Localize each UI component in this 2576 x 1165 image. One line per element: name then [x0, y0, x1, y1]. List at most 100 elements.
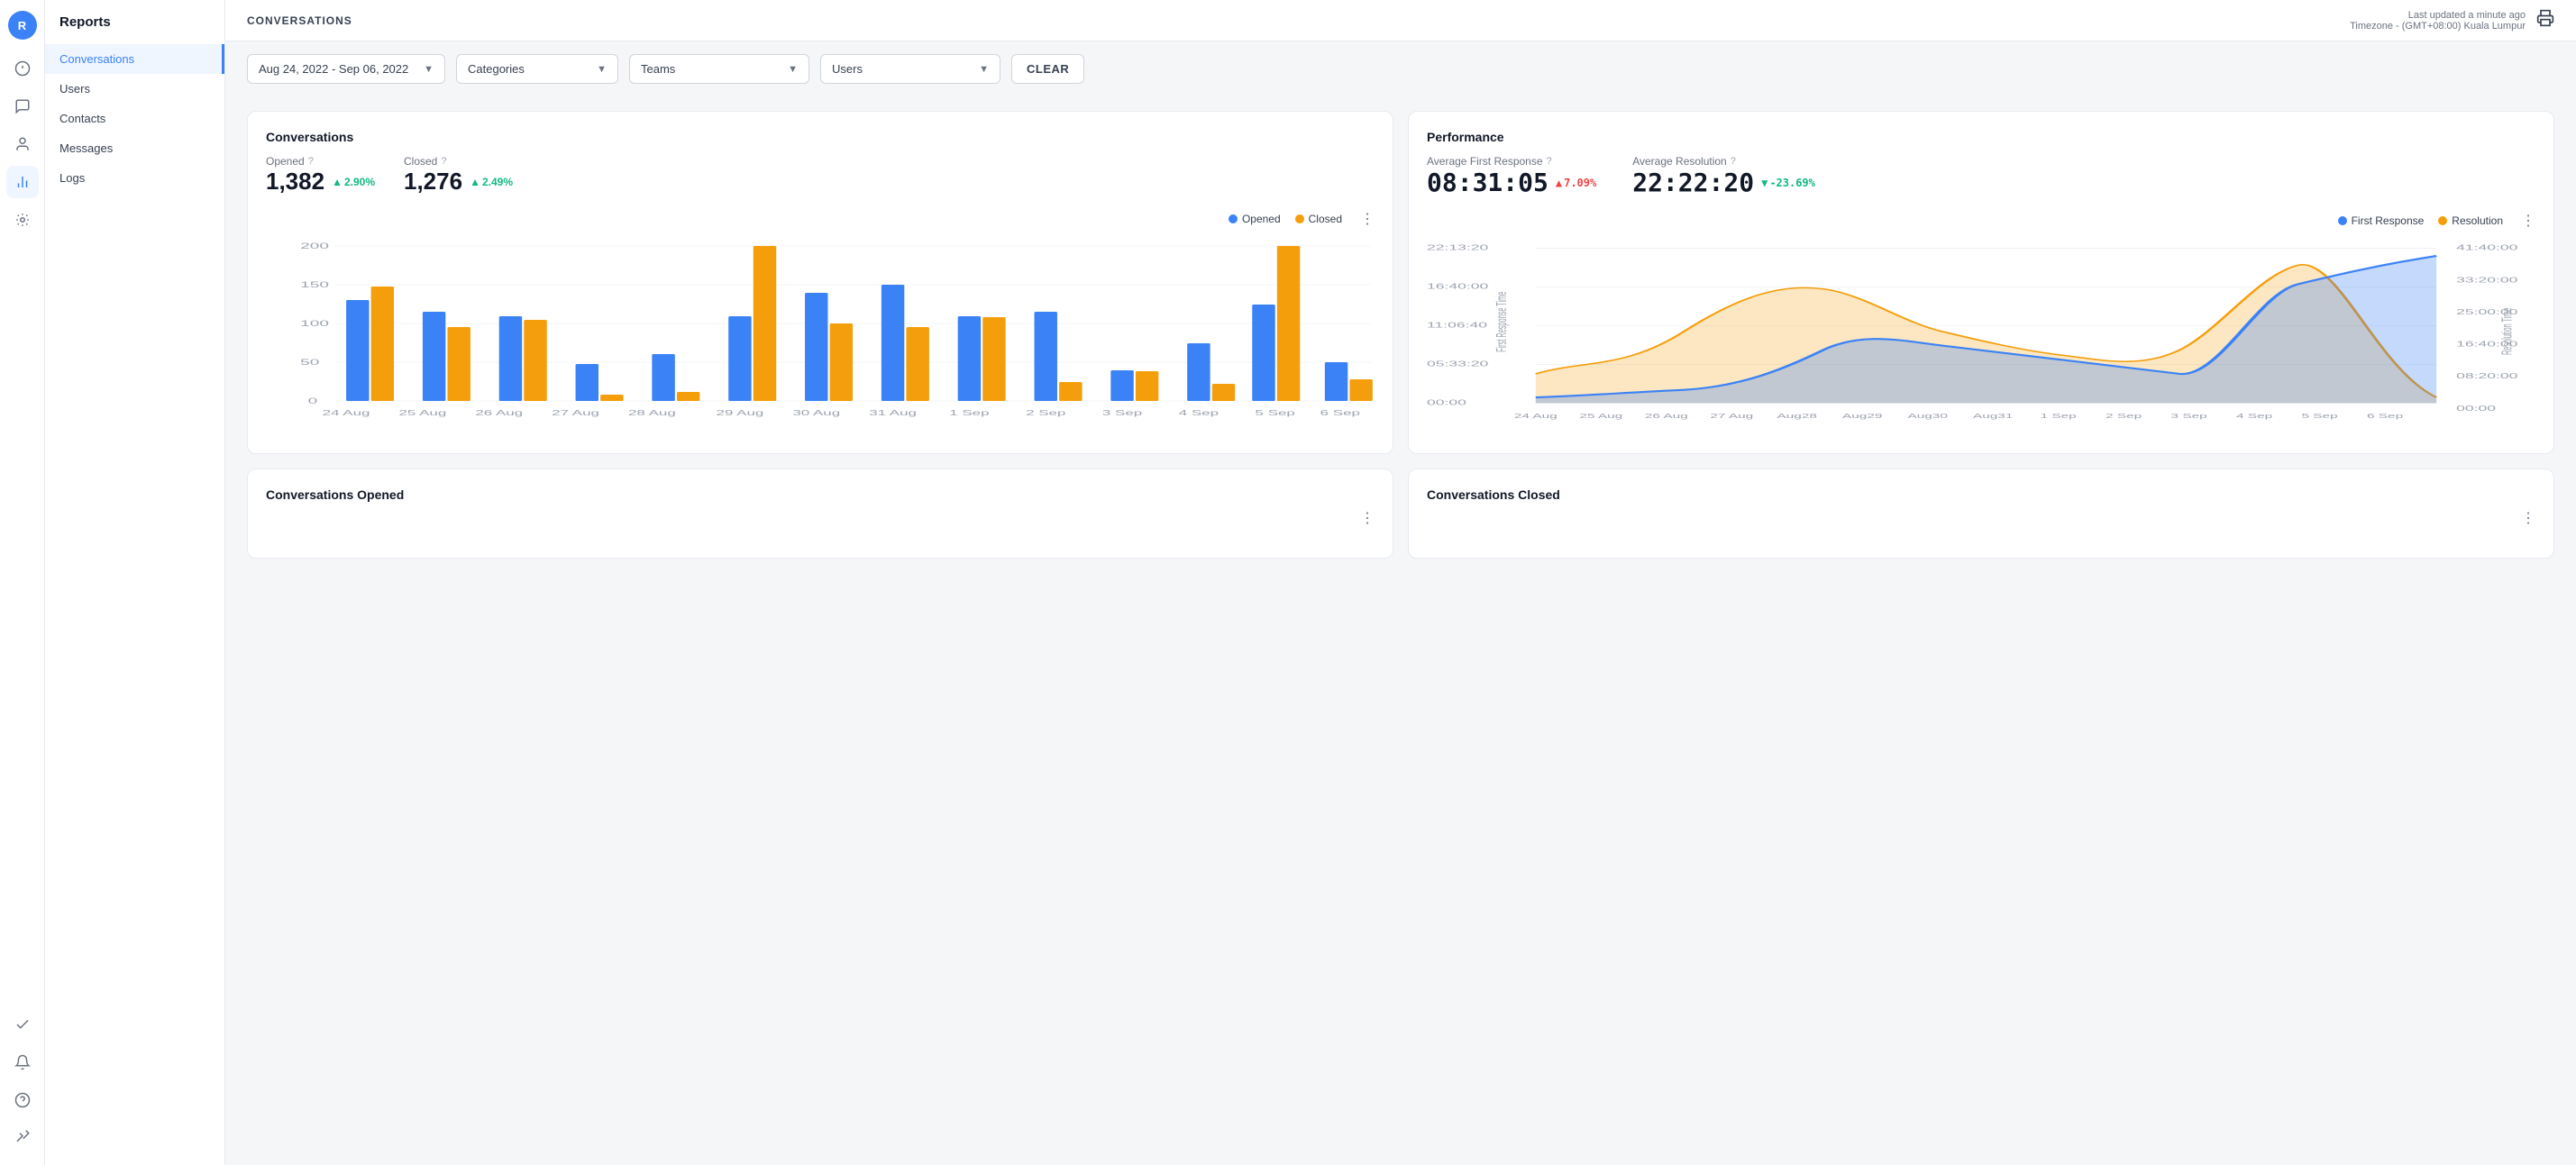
svg-text:24 Aug: 24 Aug	[1514, 412, 1557, 420]
user-avatar[interactable]: R	[8, 11, 37, 40]
conversations-closed-more-icon[interactable]: ⋮	[2521, 509, 2535, 527]
categories-filter[interactable]: Categories ▼	[456, 54, 618, 84]
performance-stats-row: Average First Response ? 08:31:05 ▲ 7.09…	[1427, 155, 2535, 197]
closed-help-icon[interactable]: ?	[441, 156, 446, 167]
nav-icon-settings[interactable]	[6, 204, 39, 236]
bottom-cards: Conversations Opened ⋮ Conversations Clo…	[225, 469, 2576, 573]
svg-text:29 Aug: 29 Aug	[717, 409, 764, 417]
svg-text:200: 200	[300, 241, 329, 250]
nav-title: Reports	[45, 14, 224, 44]
printer-icon[interactable]	[2536, 9, 2554, 32]
svg-text:16:40:00: 16:40:00	[1427, 282, 1489, 290]
svg-text:00:00: 00:00	[1427, 398, 1466, 406]
perf-stat-resolution: Average Resolution ? 22:22:20 ▼ -23.69%	[1632, 155, 1815, 197]
nav-item-conversations[interactable]: Conversations	[45, 44, 224, 74]
date-range-filter[interactable]: Aug 24, 2022 - Sep 06, 2022 ▼	[247, 54, 445, 84]
svg-text:11:06:40: 11:06:40	[1427, 321, 1487, 329]
opened-change: ▲ 2.90%	[332, 176, 375, 188]
svg-text:3 Sep: 3 Sep	[1102, 409, 1142, 417]
svg-text:33:20:00: 33:20:00	[2456, 276, 2518, 284]
nav-icon-reports[interactable]	[6, 166, 39, 198]
svg-text:08:20:00: 08:20:00	[2456, 372, 2518, 380]
nav-item-contacts[interactable]: Contacts	[45, 104, 224, 133]
conversations-stats-row: Opened ? 1,382 ▲ 2.90% Closed ?	[266, 155, 1375, 196]
performance-card-title: Performance	[1427, 130, 2535, 144]
conversations-card-title: Conversations	[266, 130, 1375, 144]
conversations-more-icon[interactable]: ⋮	[1360, 210, 1375, 228]
svg-text:00:00: 00:00	[2456, 404, 2496, 412]
performance-legend: First Response Resolution ⋮	[1427, 212, 2535, 230]
nav-icon-bell[interactable]	[6, 1046, 39, 1079]
conversations-opened-more-icon[interactable]: ⋮	[1360, 509, 1375, 527]
svg-text:1 Sep: 1 Sep	[949, 409, 989, 417]
svg-text:0: 0	[308, 396, 318, 405]
opened-legend-dot	[1229, 214, 1238, 223]
closed-change: ▲ 2.49%	[470, 176, 513, 188]
chevron-down-icon: ▼	[788, 64, 798, 75]
first-response-help-icon[interactable]: ?	[1547, 156, 1552, 167]
conversations-closed-title: Conversations Closed	[1427, 487, 2535, 502]
icon-strip: R	[0, 0, 45, 1165]
svg-text:24 Aug: 24 Aug	[323, 409, 370, 417]
svg-text:1 Sep: 1 Sep	[2041, 412, 2078, 420]
svg-text:Aug31: Aug31	[1973, 412, 2014, 420]
svg-text:5 Sep: 5 Sep	[2302, 412, 2339, 420]
resolution-help-icon[interactable]: ?	[1731, 156, 1736, 167]
svg-text:2 Sep: 2 Sep	[2106, 412, 2142, 420]
conversations-opened-card: Conversations Opened ⋮	[247, 469, 1393, 559]
performance-more-icon[interactable]: ⋮	[2521, 212, 2535, 230]
svg-text:4 Sep: 4 Sep	[2236, 412, 2273, 420]
svg-text:27 Aug: 27 Aug	[1710, 412, 1753, 420]
nav-icon-contacts[interactable]	[6, 128, 39, 160]
svg-text:Aug29: Aug29	[1842, 412, 1883, 420]
svg-text:26 Aug: 26 Aug	[475, 409, 523, 417]
conversations-opened-title: Conversations Opened	[266, 487, 1375, 502]
charts-area: Conversations Opened ? 1,382 ▲ 2.90%	[225, 96, 2576, 469]
nav-icon-home[interactable]	[6, 52, 39, 85]
conversations-closed-card: Conversations Closed ⋮	[1408, 469, 2554, 559]
svg-text:100: 100	[300, 319, 329, 328]
stat-opened: Opened ? 1,382 ▲ 2.90%	[266, 155, 375, 196]
resolution-legend-dot	[2438, 216, 2447, 225]
filters-bar: Aug 24, 2022 - Sep 06, 2022 ▼ Categories…	[225, 41, 2576, 96]
nav-icon-help[interactable]	[6, 1084, 39, 1116]
first-response-change: ▲ 7.09%	[1556, 177, 1596, 189]
chevron-down-icon: ▼	[424, 64, 434, 75]
opened-help-icon[interactable]: ?	[308, 156, 314, 167]
clear-button[interactable]: CLEAR	[1011, 54, 1084, 84]
svg-text:30 Aug: 30 Aug	[792, 409, 840, 417]
svg-text:28 Aug: 28 Aug	[628, 409, 676, 417]
svg-text:6 Sep: 6 Sep	[1320, 409, 1360, 417]
svg-text:2 Sep: 2 Sep	[1026, 409, 1065, 417]
conversations-bar-chart: 200 150 100 50 0	[266, 235, 1375, 433]
resolution-change: ▼ -23.69%	[1761, 177, 1815, 189]
chevron-down-icon: ▼	[979, 64, 989, 75]
performance-card: Performance Average First Response ? 08:…	[1408, 111, 2554, 454]
conversations-legend: Opened Closed ⋮	[266, 210, 1375, 228]
conversations-card: Conversations Opened ? 1,382 ▲ 2.90%	[247, 111, 1393, 454]
left-nav: Reports Conversations Users Contacts Mes…	[45, 0, 225, 1165]
teams-filter[interactable]: Teams ▼	[629, 54, 809, 84]
nav-item-users[interactable]: Users	[45, 74, 224, 104]
svg-text:3 Sep: 3 Sep	[2171, 412, 2208, 420]
last-updated: Last updated a minute ago Timezone - (GM…	[2350, 10, 2526, 32]
svg-text:27 Aug: 27 Aug	[552, 409, 599, 417]
svg-text:41:40:00: 41:40:00	[2456, 243, 2518, 251]
main-content: CONVERSATIONS Last updated a minute ago …	[225, 0, 2576, 1165]
nav-icon-chat[interactable]	[6, 90, 39, 123]
first-response-legend-dot	[2338, 216, 2347, 225]
nav-item-messages[interactable]: Messages	[45, 133, 224, 163]
area-chart-svg: 22:13:20 16:40:00 11:06:40 05:33:20 00:0…	[1427, 237, 2535, 435]
nav-icon-check-all[interactable]	[6, 1122, 39, 1154]
svg-text:31 Aug: 31 Aug	[869, 409, 917, 417]
svg-text:22:13:20: 22:13:20	[1427, 243, 1489, 251]
bar-chart-svg: 200 150 100 50 0	[266, 235, 1375, 433]
svg-text:Aug30: Aug30	[1907, 412, 1948, 420]
nav-icon-check-double[interactable]	[6, 1008, 39, 1041]
stat-closed: Closed ? 1,276 ▲ 2.49%	[404, 155, 513, 196]
svg-text:05:33:20: 05:33:20	[1427, 360, 1489, 368]
chevron-down-icon: ▼	[597, 64, 607, 75]
nav-item-logs[interactable]: Logs	[45, 163, 224, 193]
users-filter[interactable]: Users ▼	[820, 54, 1000, 84]
performance-area-chart: 22:13:20 16:40:00 11:06:40 05:33:20 00:0…	[1427, 237, 2535, 435]
